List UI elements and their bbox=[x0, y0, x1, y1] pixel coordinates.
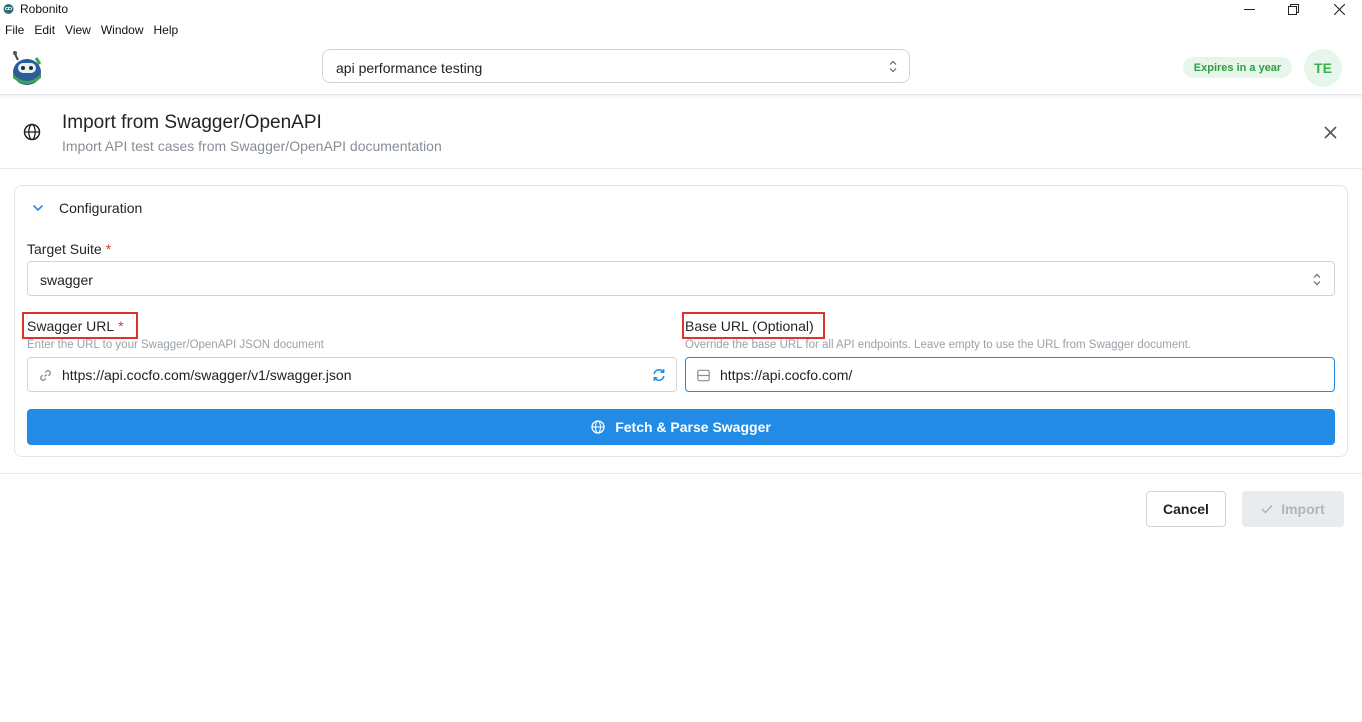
base-url-input[interactable] bbox=[720, 358, 1320, 391]
dialog-top-shadow bbox=[0, 95, 1362, 99]
dialog-subtitle: Import API test cases from Swagger/OpenA… bbox=[62, 138, 442, 154]
license-expiry-badge: Expires in a year bbox=[1183, 57, 1292, 78]
restore-button[interactable] bbox=[1270, 0, 1316, 18]
window-titlebar: Robonito bbox=[0, 0, 1362, 18]
link-icon bbox=[40, 370, 51, 381]
target-suite-label: Target Suite * bbox=[27, 241, 111, 257]
fetch-parse-swagger-button[interactable]: Fetch & Parse Swagger bbox=[27, 409, 1335, 445]
base-url-field[interactable] bbox=[685, 357, 1335, 392]
dialog-title: Import from Swagger/OpenAPI bbox=[62, 112, 322, 133]
swagger-url-field[interactable] bbox=[27, 357, 677, 392]
restore-icon bbox=[1287, 3, 1299, 15]
menu-help[interactable]: Help bbox=[149, 21, 184, 39]
swagger-url-label: Swagger URL * bbox=[27, 318, 124, 334]
project-select[interactable]: api performance testing bbox=[322, 49, 910, 83]
app-icon bbox=[3, 4, 14, 14]
window-close-button[interactable] bbox=[1316, 0, 1362, 18]
required-asterisk: * bbox=[105, 241, 112, 257]
target-suite-value: swagger bbox=[40, 272, 93, 288]
globe-icon bbox=[23, 123, 41, 141]
base-url-hint: Override the base URL for all API endpoi… bbox=[685, 339, 1192, 351]
project-select-value: api performance testing bbox=[336, 60, 483, 76]
user-avatar[interactable]: TE bbox=[1304, 49, 1342, 87]
dialog-header-divider bbox=[0, 168, 1362, 169]
import-button-label: Import bbox=[1281, 501, 1325, 517]
target-suite-select[interactable]: swagger bbox=[27, 261, 1335, 296]
dialog-close-button[interactable] bbox=[1320, 122, 1340, 142]
base-url-label: Base URL (Optional) bbox=[685, 318, 814, 334]
minimize-icon bbox=[1243, 8, 1255, 10]
menu-window[interactable]: Window bbox=[96, 21, 149, 39]
check-icon bbox=[1261, 504, 1273, 514]
target-suite-label-text: Target Suite bbox=[27, 241, 102, 257]
menu-bar: File Edit View Window Help bbox=[0, 21, 183, 39]
dialog-footer-divider bbox=[0, 473, 1362, 474]
configuration-section-title[interactable]: Configuration bbox=[59, 200, 142, 216]
fetch-button-label: Fetch & Parse Swagger bbox=[615, 419, 771, 435]
chevron-up-down-icon bbox=[1313, 273, 1321, 286]
window-title: Robonito bbox=[20, 2, 69, 16]
cancel-button[interactable]: Cancel bbox=[1146, 491, 1226, 527]
server-icon bbox=[697, 369, 710, 382]
refresh-icon[interactable] bbox=[652, 368, 666, 382]
chevron-up-down-icon bbox=[889, 60, 897, 73]
chevron-down-icon[interactable] bbox=[32, 204, 44, 212]
import-button[interactable]: Import bbox=[1242, 491, 1344, 527]
required-asterisk: * bbox=[118, 318, 124, 334]
robonito-logo[interactable] bbox=[9, 48, 45, 86]
swagger-url-hint: Enter the URL to your Swagger/OpenAPI JS… bbox=[27, 339, 324, 351]
menu-view[interactable]: View bbox=[60, 21, 96, 39]
close-icon bbox=[1333, 3, 1345, 15]
swagger-url-input[interactable] bbox=[62, 358, 632, 391]
minimize-button[interactable] bbox=[1226, 0, 1272, 18]
swagger-url-label-text: Swagger URL bbox=[27, 318, 115, 334]
menu-file[interactable]: File bbox=[0, 21, 29, 39]
menu-edit[interactable]: Edit bbox=[29, 21, 60, 39]
close-icon bbox=[1323, 125, 1337, 139]
globe-icon bbox=[591, 420, 605, 434]
